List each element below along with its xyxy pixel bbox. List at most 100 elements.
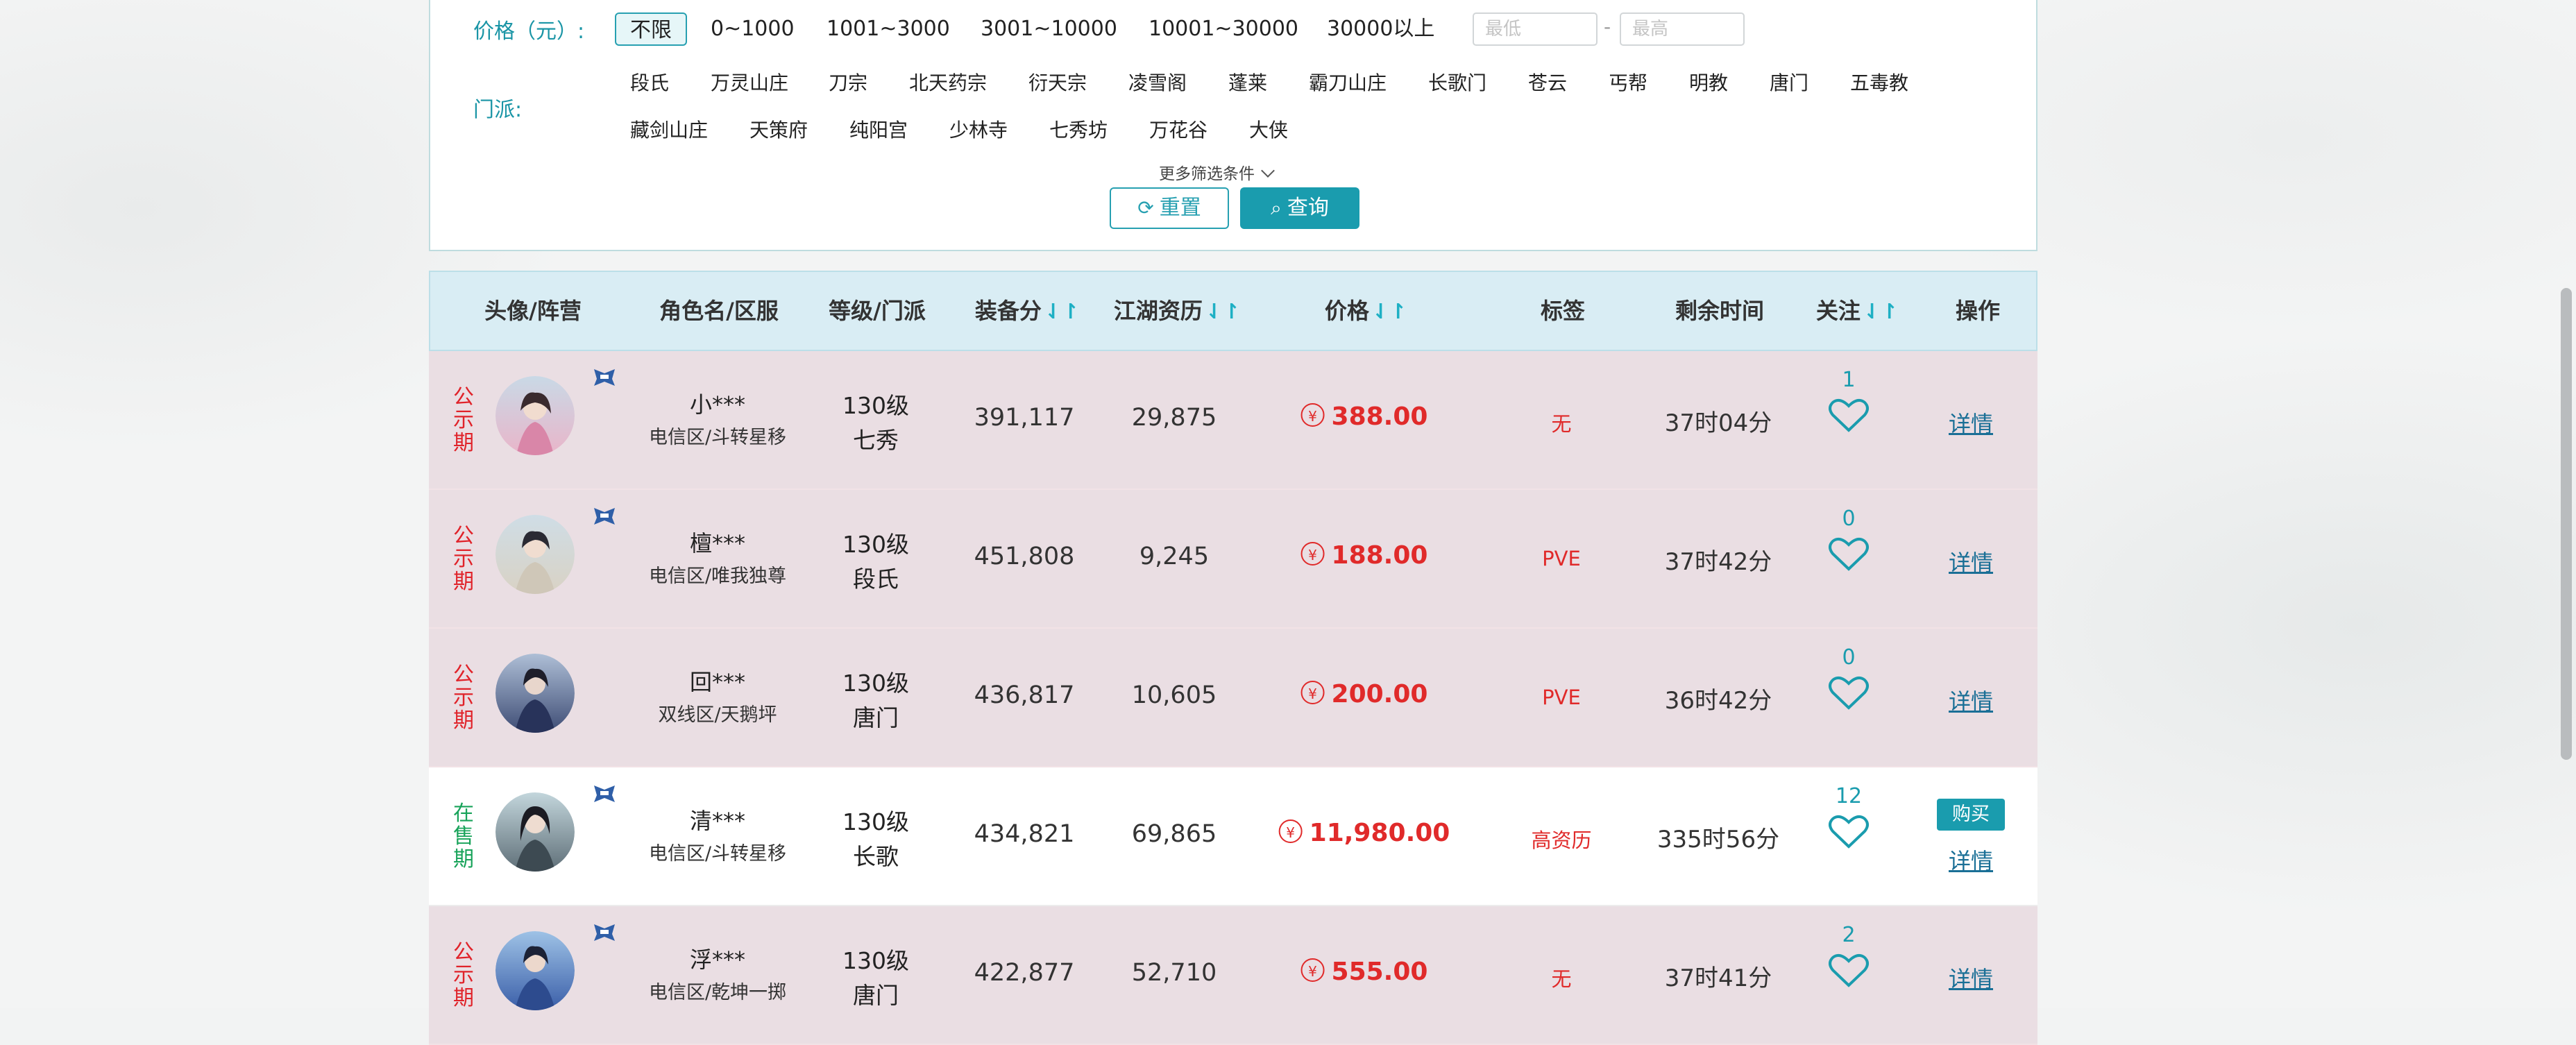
price-option-3001-10000[interactable]: 3001~10000: [981, 12, 1117, 46]
sect-option[interactable]: 五毒教: [1850, 68, 1908, 96]
role-name: 清***: [689, 808, 746, 834]
camp-badge-icon: [594, 508, 615, 525]
camp-badge-icon: [594, 785, 615, 802]
sect-option[interactable]: 万灵山庄: [711, 68, 788, 96]
role-tag: PVE: [1542, 547, 1581, 570]
col-gear-score-label: 装备分: [974, 298, 1042, 324]
col-follow-label: 关注: [1815, 298, 1861, 324]
detail-link[interactable]: 详情: [1949, 407, 1993, 439]
gear-score: 451,808: [974, 543, 1075, 570]
price-range-dash: -: [1604, 15, 1611, 38]
table-row: 公示期 檀*** 电信区/唯我独尊 130级 段氏 451,808 9,245 …: [429, 490, 2037, 629]
role-level: 130级: [842, 808, 909, 835]
detail-link[interactable]: 详情: [1949, 962, 1993, 994]
search-icon: ⌕: [1271, 196, 1282, 219]
price-value: 388.00: [1331, 402, 1428, 431]
col-follow[interactable]: 关注 ⇃↾: [1816, 272, 1898, 350]
reset-label: 重置: [1159, 196, 1201, 220]
listing-status: 公示期: [453, 524, 474, 594]
price-option-30000-plus[interactable]: 30000以上: [1327, 12, 1434, 46]
col-gear-score[interactable]: 装备分 ⇃↾: [975, 272, 1079, 350]
sect-option[interactable]: 明教: [1689, 68, 1728, 96]
role-name: 回***: [689, 669, 746, 695]
query-label: 查询: [1287, 196, 1329, 220]
sect-option[interactable]: 天策府: [749, 115, 808, 143]
sect-option[interactable]: 长歌门: [1428, 68, 1486, 96]
refresh-icon: ⟳: [1137, 196, 1154, 219]
sect-option[interactable]: 丐帮: [1609, 68, 1647, 96]
follow-count: 12: [1835, 784, 1863, 808]
gear-score: 422,877: [974, 959, 1075, 987]
role-level: 130级: [842, 670, 909, 697]
heart-icon[interactable]: [1829, 813, 1869, 849]
col-jianghu[interactable]: 江湖资历 ⇃↾: [1114, 272, 1240, 350]
role-level: 130级: [842, 392, 909, 419]
more-filters-label: 更多筛选条件: [1159, 165, 1255, 183]
col-avatar-camp: 头像/阵营: [484, 298, 582, 324]
reset-button[interactable]: ⟳ 重置: [1110, 187, 1229, 229]
sect-option[interactable]: 万花谷: [1149, 115, 1208, 143]
sect-option[interactable]: 苍云: [1528, 68, 1567, 96]
role-name: 檀***: [689, 530, 746, 557]
sect-filter-label: 门派:: [473, 98, 523, 122]
sect-option[interactable]: 纯阳宫: [849, 115, 908, 143]
query-button[interactable]: ⌕ 查询: [1240, 187, 1359, 229]
price-min-input[interactable]: 最低: [1473, 12, 1598, 46]
page-scrollbar[interactable]: [2561, 288, 2572, 760]
col-level-sect: 等级/门派: [829, 298, 926, 324]
role-sect: 唐门: [853, 704, 899, 731]
table-row: 公示期 小*** 电信区/斗转星移 130级 七秀 391,117 29,875…: [429, 351, 2037, 490]
sect-option[interactable]: 霸刀山庄: [1309, 68, 1387, 96]
detail-link[interactable]: 详情: [1949, 545, 1993, 577]
price: ¥200.00: [1300, 680, 1428, 708]
role-sect: 段氏: [853, 566, 899, 593]
detail-link[interactable]: 详情: [1949, 844, 1993, 876]
character-avatar: [495, 931, 575, 1010]
gear-score: 434,821: [974, 820, 1075, 848]
yen-icon: ¥: [1300, 681, 1325, 704]
sect-option[interactable]: 少林寺: [949, 115, 1008, 143]
price-option-0-1000[interactable]: 0~1000: [711, 12, 795, 46]
sort-icon: ⇃↾: [1371, 300, 1407, 324]
col-action: 操作: [1955, 298, 2001, 324]
server-name: 电信区/唯我独尊: [648, 566, 787, 587]
yen-icon: ¥: [1300, 958, 1325, 982]
col-price[interactable]: 价格 ⇃↾: [1325, 272, 1407, 350]
price-value: 200.00: [1331, 680, 1428, 708]
sect-option[interactable]: 藏剑山庄: [630, 115, 708, 143]
heart-icon[interactable]: [1829, 674, 1869, 711]
col-name-server: 角色名/区服: [659, 298, 779, 324]
role-level: 130级: [842, 531, 909, 558]
heart-icon[interactable]: [1829, 397, 1869, 433]
price-option-unlimited[interactable]: 不限: [615, 12, 687, 46]
detail-link[interactable]: 详情: [1949, 684, 1993, 716]
price: ¥11,980.00: [1278, 819, 1450, 847]
heart-icon[interactable]: [1829, 952, 1869, 988]
jianghu-score: 10,605: [1131, 681, 1217, 709]
role-name: 小***: [689, 391, 746, 418]
follow-count: 1: [1842, 368, 1856, 392]
sect-option[interactable]: 衍天宗: [1028, 68, 1087, 96]
heart-icon[interactable]: [1829, 536, 1869, 572]
more-filters-toggle[interactable]: 更多筛选条件: [1159, 160, 1275, 184]
sect-option[interactable]: 刀宗: [829, 68, 867, 96]
price-option-10001-30000[interactable]: 10001~30000: [1149, 12, 1298, 46]
sect-option[interactable]: 段氏: [630, 68, 669, 96]
sect-option[interactable]: 唐门: [1770, 68, 1808, 96]
jianghu-score: 9,245: [1139, 543, 1210, 570]
server-name: 电信区/乾坤一掷: [648, 982, 787, 1003]
price-max-input[interactable]: 最高: [1620, 12, 1745, 46]
sect-option[interactable]: 北天药宗: [909, 68, 987, 96]
price-value: 555.00: [1331, 958, 1428, 986]
jianghu-score: 29,875: [1131, 404, 1217, 432]
sect-option[interactable]: 大侠: [1249, 115, 1288, 143]
sect-option[interactable]: 蓬莱: [1228, 68, 1267, 96]
buy-button[interactable]: 购买: [1937, 799, 2005, 831]
price-option-1001-3000[interactable]: 1001~3000: [827, 12, 950, 46]
server-name: 双线区/天鹅坪: [658, 704, 777, 726]
sect-option[interactable]: 七秀坊: [1049, 115, 1108, 143]
col-tag: 标签: [1540, 298, 1586, 324]
col-price-label: 价格: [1324, 298, 1369, 324]
sect-option[interactable]: 凌雪阁: [1128, 68, 1187, 96]
role-tag: PVE: [1542, 686, 1581, 709]
